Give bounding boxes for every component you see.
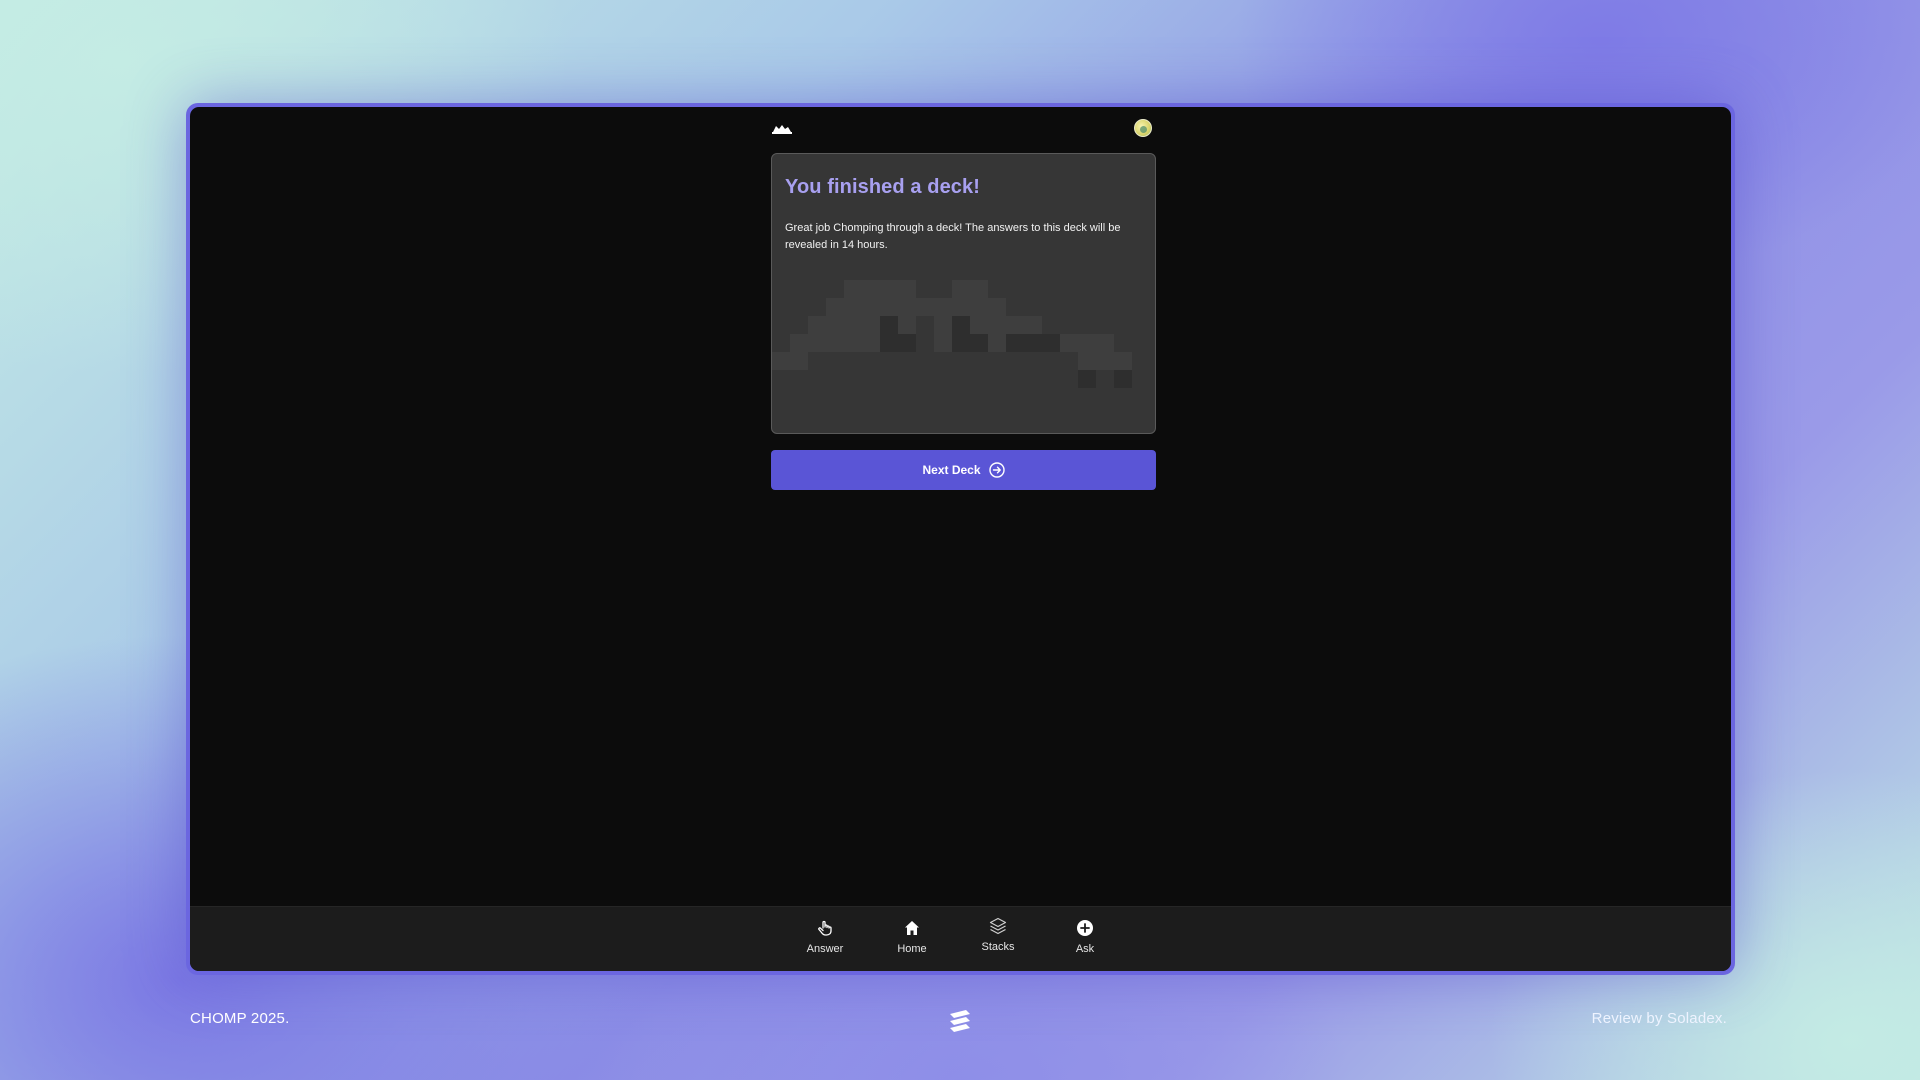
plus-circle-icon — [1077, 920, 1093, 936]
pixel-monster-illustration — [772, 280, 1132, 388]
deck-complete-card: You finished a deck! Great job Chomping … — [771, 153, 1156, 434]
card-title: You finished a deck! — [785, 176, 980, 198]
card-message: Great job Chomping through a deck! The a… — [785, 222, 1121, 251]
stack-layers-icon — [989, 917, 1007, 935]
next-deck-label: Next Deck — [922, 463, 981, 477]
footer-copyright: CHOMP 2025. — [190, 1010, 290, 1027]
arrow-right-circle-icon — [988, 462, 1005, 478]
nav-label-answer: Answer — [806, 943, 844, 955]
nav-label-stacks: Stacks — [981, 941, 1015, 953]
footer-review-credit: Review by Soladex. — [1591, 1010, 1727, 1027]
nav-item-stacks[interactable]: Stacks — [963, 917, 1033, 961]
nav-item-ask[interactable]: Ask — [1050, 919, 1120, 963]
nav-label-ask: Ask — [1075, 943, 1095, 955]
device-frame: You finished a deck! Great job Chomping … — [186, 103, 1735, 975]
next-deck-button[interactable]: Next Deck — [771, 450, 1156, 490]
soladex-logo-icon — [950, 1010, 970, 1032]
app-screen: You finished a deck! Great job Chomping … — [190, 107, 1731, 971]
bottom-navigation: Answer Home Stacks Ask — [190, 906, 1731, 971]
nav-item-answer[interactable]: Answer — [790, 919, 860, 963]
nav-label-home: Home — [897, 943, 927, 955]
chomp-logo-icon[interactable] — [771, 123, 793, 135]
user-avatar[interactable] — [1134, 119, 1152, 137]
hand-pointer-icon — [818, 920, 832, 936]
home-icon — [905, 921, 919, 935]
nav-item-home[interactable]: Home — [877, 919, 947, 963]
